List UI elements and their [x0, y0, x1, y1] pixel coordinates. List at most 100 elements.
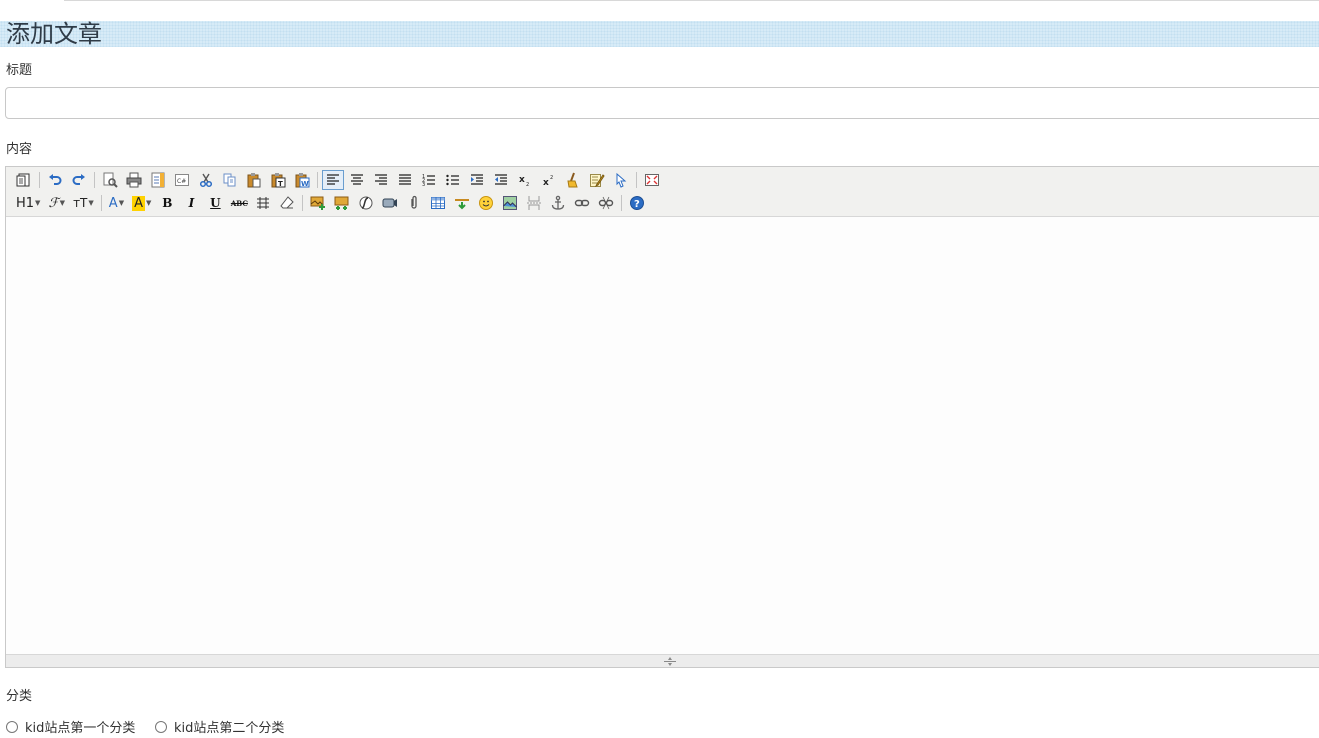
ordered-list-button[interactable]: 123	[418, 170, 440, 190]
multi-image-button[interactable]	[331, 193, 353, 213]
line-height-icon	[257, 197, 270, 209]
editor-resize-handle[interactable]	[6, 654, 1319, 667]
svg-text:T: T	[278, 180, 283, 188]
horizontal-rule-button[interactable]	[451, 193, 473, 213]
source-code-icon	[16, 173, 30, 187]
fullscreen-button[interactable]	[641, 170, 663, 190]
toolbar-separator	[636, 172, 637, 188]
anchor-button[interactable]	[547, 193, 569, 213]
fullscreen-icon	[645, 174, 659, 186]
superscript-icon: x2	[543, 175, 553, 188]
svg-text:x: x	[519, 175, 525, 185]
quick-format-icon	[590, 174, 605, 188]
title-input[interactable]	[5, 87, 1319, 119]
page-break-button[interactable]	[523, 193, 545, 213]
heading-dropdown[interactable]: H1 ▼	[14, 193, 42, 213]
indent-icon	[471, 174, 483, 185]
image-upload-icon	[310, 196, 326, 210]
flash-button[interactable]	[355, 193, 377, 213]
align-left-icon	[327, 174, 339, 185]
copy-icon	[223, 173, 236, 187]
clear-html-button[interactable]	[562, 170, 584, 190]
select-all-button[interactable]	[610, 170, 632, 190]
baidu-map-button[interactable]	[499, 193, 521, 213]
insert-code-button[interactable]: C#	[171, 170, 193, 190]
page-header: 添加文章	[0, 20, 1319, 48]
toolbar-separator	[317, 172, 318, 188]
print-button[interactable]	[123, 170, 145, 190]
italic-button[interactable]: I	[180, 193, 202, 213]
justify-left-button[interactable]	[322, 170, 344, 190]
strikethrough-button[interactable]: ABC	[228, 193, 250, 213]
paste-button[interactable]	[243, 170, 265, 190]
print-icon	[126, 172, 142, 188]
scissors-icon	[199, 173, 213, 188]
category-option-1[interactable]: kid站点第一个分类	[6, 717, 135, 736]
paste-from-word-button[interactable]: W	[291, 170, 313, 190]
source-code-button[interactable]	[13, 170, 35, 190]
rich-text-editor: C# T W 1 2 3 x 2 x 2 H1 ▼ ℱ ▼ тT ▼ A ▼ A…	[5, 166, 1319, 668]
insert-image-button[interactable]	[307, 193, 329, 213]
insert-table-button[interactable]	[427, 193, 449, 213]
preview-icon	[103, 172, 118, 188]
link-button[interactable]	[571, 193, 593, 213]
map-icon	[503, 196, 518, 210]
indent-button[interactable]	[466, 170, 488, 190]
page-break-icon	[527, 196, 542, 210]
category-option-label: kid站点第二个分类	[174, 721, 285, 736]
toolbar-separator	[302, 195, 304, 211]
svg-text:W: W	[301, 180, 309, 188]
media-button[interactable]	[379, 193, 401, 213]
insert-file-button[interactable]	[403, 193, 425, 213]
redo-button[interactable]	[68, 170, 90, 190]
svg-text:x: x	[543, 178, 549, 188]
quick-format-button[interactable]	[586, 170, 608, 190]
editor-content-area[interactable]	[6, 217, 1319, 655]
toolbar-separator	[100, 195, 102, 211]
justify-right-button[interactable]	[370, 170, 392, 190]
category-option-2[interactable]: kid站点第二个分类	[155, 717, 284, 736]
category-label: 分类	[6, 689, 33, 704]
font-family-dropdown[interactable]: ℱ ▼	[46, 193, 67, 213]
undo-button[interactable]	[44, 170, 66, 190]
superscript-button[interactable]: x2	[538, 170, 560, 190]
font-size-dropdown[interactable]: тT ▼	[71, 193, 96, 213]
preview-button[interactable]	[99, 170, 121, 190]
toolbar-separator	[621, 195, 623, 211]
copy-button[interactable]	[219, 170, 241, 190]
bold-button[interactable]: B	[156, 193, 178, 213]
italic-icon: I	[188, 196, 195, 210]
align-right-icon	[375, 174, 387, 185]
paste-icon	[247, 173, 261, 188]
font-family-label: ℱ	[48, 195, 59, 211]
redo-icon	[72, 174, 85, 185]
underline-button[interactable]: U	[204, 193, 226, 213]
unordered-list-button[interactable]	[442, 170, 464, 190]
text-color-dropdown[interactable]: A ▼	[107, 193, 126, 213]
justify-full-button[interactable]	[394, 170, 416, 190]
strikethrough-icon: ABC	[230, 198, 248, 208]
heading-label: H1	[16, 195, 35, 211]
remove-format-button[interactable]	[276, 193, 298, 213]
resize-handle-icon	[664, 656, 676, 666]
svg-text:2: 2	[526, 182, 529, 188]
radio-button[interactable]	[6, 720, 18, 733]
align-center-icon	[351, 174, 363, 185]
about-button[interactable]: ?	[626, 193, 648, 213]
unlink-button[interactable]	[595, 193, 617, 213]
top-divider	[64, 0, 1319, 1]
highlight-color-icon: A	[132, 195, 145, 211]
toolbar-row-1: C# T W 1 2 3 x 2 x 2	[12, 169, 664, 191]
category-option-label: kid站点第一个分类	[25, 721, 136, 736]
emoticons-button[interactable]	[475, 193, 497, 213]
template-button[interactable]	[147, 170, 169, 190]
highlight-color-dropdown[interactable]: A ▼	[130, 193, 153, 213]
text-color-icon: A	[108, 195, 118, 211]
justify-center-button[interactable]	[346, 170, 368, 190]
cut-button[interactable]	[195, 170, 217, 190]
subscript-button[interactable]: x2	[514, 170, 536, 190]
radio-button[interactable]	[155, 720, 167, 733]
line-height-button[interactable]	[252, 193, 274, 213]
outdent-button[interactable]	[490, 170, 512, 190]
paste-plain-text-button[interactable]: T	[267, 170, 289, 190]
